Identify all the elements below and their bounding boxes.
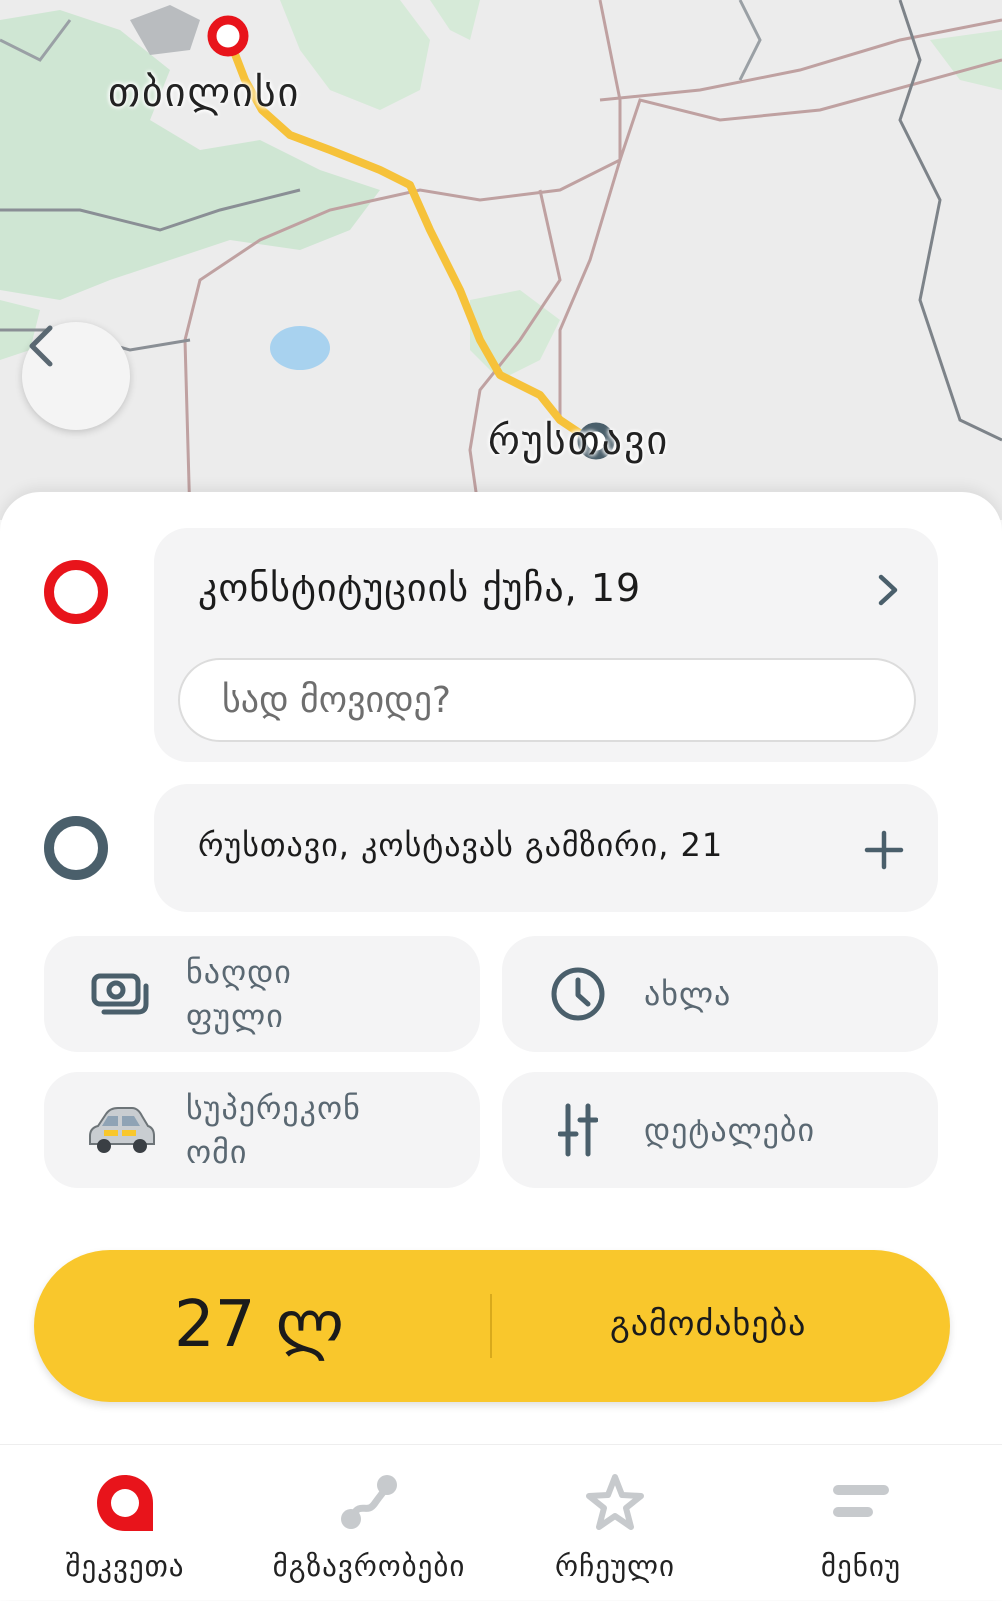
destination-card[interactable]: რუსთავი, კოსტავას გამზირი, 21 <box>154 784 938 912</box>
nav-label-menu: მენიუ <box>820 1549 902 1583</box>
nav-label-order: შეკვეთა <box>65 1549 185 1583</box>
tariff-label-line-2: ომი <box>186 1133 248 1171</box>
order-pin-icon <box>97 1475 153 1531</box>
nav-item-favorites[interactable]: რჩეული <box>490 1445 740 1601</box>
destination-address: რუსთავი, კოსტავას გამზირი, 21 <box>198 826 724 864</box>
nav-item-trips[interactable]: მგზავრობები <box>244 1445 494 1601</box>
price-label: 27 ლ <box>174 1288 344 1362</box>
trips-icon <box>341 1475 397 1529</box>
chevron-right-icon[interactable] <box>876 572 900 608</box>
car-icon <box>89 1107 155 1153</box>
order-taxi-button[interactable]: 27 ლ გამოძახება <box>34 1250 950 1402</box>
clock-icon <box>551 967 605 1021</box>
origin-marker-icon <box>44 560 108 624</box>
pickup-time-button[interactable]: ახლა <box>502 936 938 1052</box>
payment-label-line-1: ნაღდი <box>186 953 292 991</box>
destination-marker-icon <box>44 816 108 880</box>
map-city-label-tbilisi: თბილისი <box>108 70 301 116</box>
tariff-label-line-1: სუპერეკონ <box>186 1089 361 1127</box>
cash-icon <box>91 973 149 1015</box>
nav-label-favorites: რჩეული <box>555 1549 675 1583</box>
bottom-navigation: შეკვეთა მგზავრობები რჩეული მენიუ <box>0 1444 1002 1600</box>
origin-card: კონსტიტუციის ქუჩა, 19 <box>154 528 938 762</box>
pickup-time-label: ახლა <box>644 975 732 1013</box>
tariff-button[interactable]: სუპერეკონ ომი <box>44 1072 480 1188</box>
nav-label-trips: მგზავრობები <box>272 1549 466 1583</box>
chevron-left-icon <box>29 325 53 367</box>
menu-icon <box>833 1485 889 1517</box>
destination-search-input[interactable] <box>178 658 916 742</box>
button-divider <box>490 1294 492 1358</box>
sliders-icon <box>558 1103 598 1157</box>
payment-label-line-2: ფული <box>186 997 284 1035</box>
map-city-label-rustavi: რუსთავი <box>488 418 670 464</box>
details-label: დეტალები <box>644 1111 816 1149</box>
order-sheet: კონსტიტუციის ქუჩა, 19 რუსთავი, კოსტავას … <box>0 492 1002 1600</box>
star-icon <box>586 1474 644 1530</box>
payment-method-button[interactable]: ნაღდი ფული <box>44 936 480 1052</box>
nav-item-menu[interactable]: მენიუ <box>736 1445 986 1601</box>
order-button-label: გამოძახება <box>610 1304 807 1344</box>
origin-address[interactable]: კონსტიტუციის ქუჩა, 19 <box>198 566 641 610</box>
nav-item-order[interactable]: შეკვეთა <box>0 1445 250 1601</box>
map-view[interactable]: თბილისი რუსთავი <box>0 0 1002 520</box>
details-button[interactable]: დეტალები <box>502 1072 938 1188</box>
tariff-label: სუპერეკონ ომი <box>186 1086 361 1174</box>
payment-label: ნაღდი ფული <box>186 950 292 1038</box>
back-button[interactable] <box>22 322 130 430</box>
add-stop-plus-icon[interactable] <box>864 830 904 870</box>
